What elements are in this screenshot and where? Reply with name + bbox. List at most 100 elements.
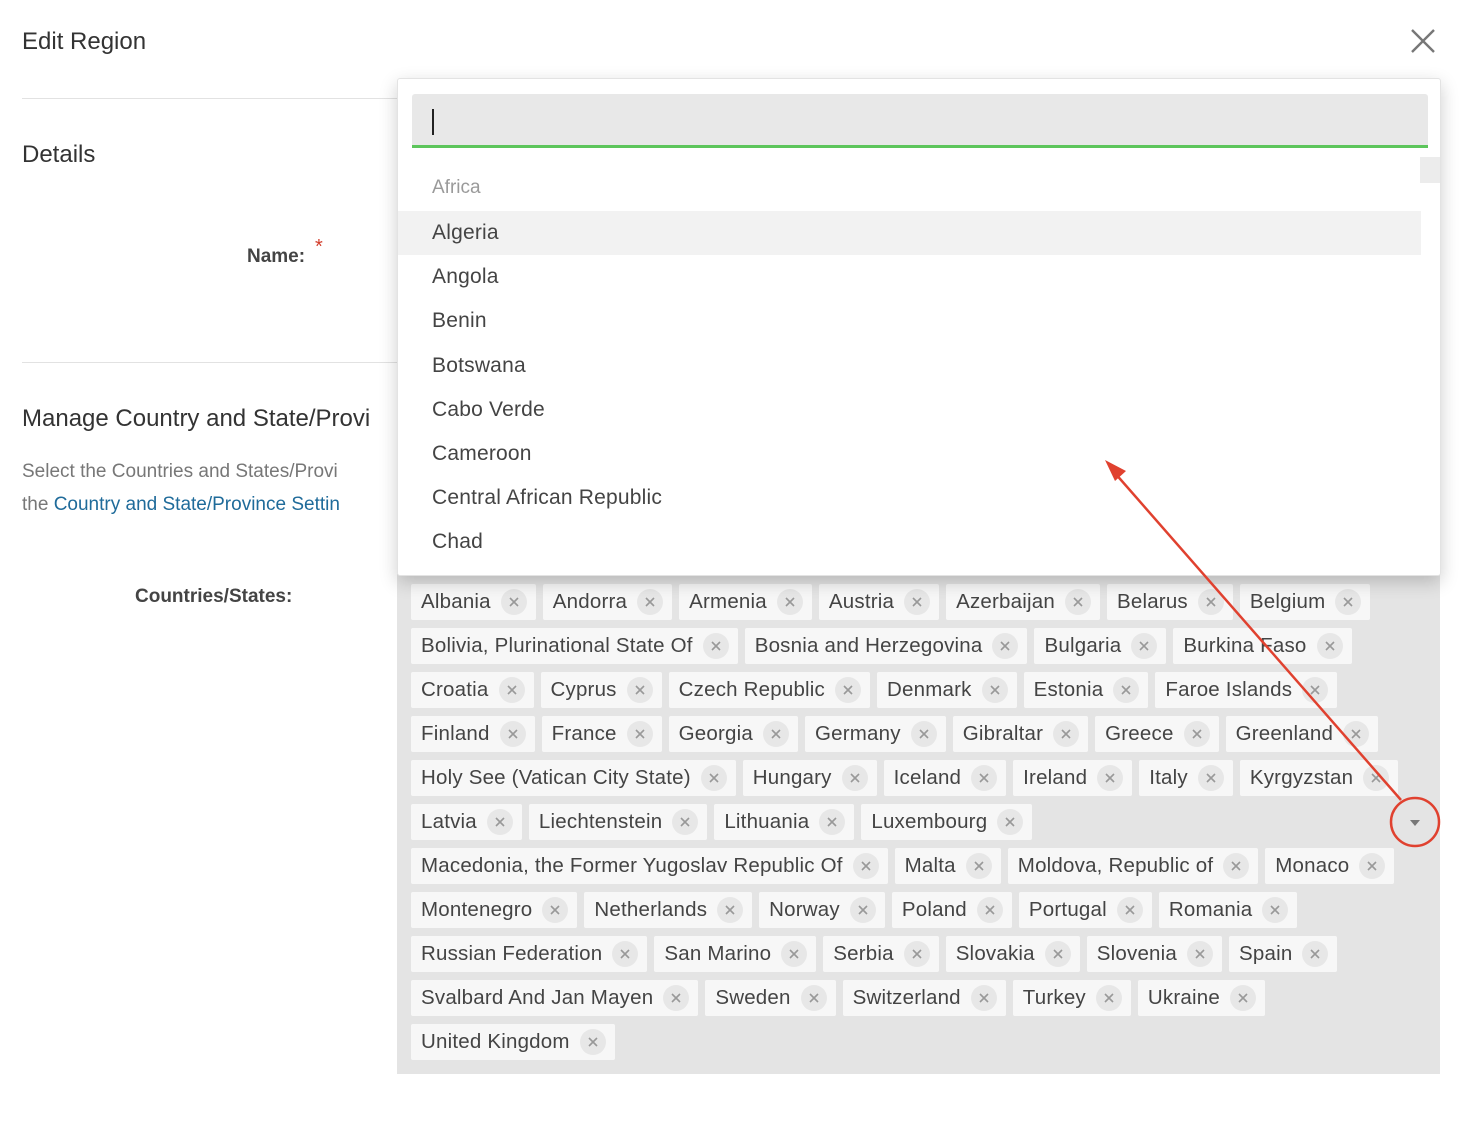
- remove-tag-icon[interactable]: [486, 809, 513, 835]
- remove-tag-icon[interactable]: [1097, 765, 1124, 791]
- country-tag: Slovakia: [945, 936, 1080, 972]
- country-tag: United Kingdom: [411, 1024, 615, 1060]
- remove-tag-icon[interactable]: [499, 721, 526, 747]
- remove-tag-icon[interactable]: [981, 677, 1008, 703]
- remove-tag-icon[interactable]: [819, 809, 846, 835]
- remove-tag-icon[interactable]: [1064, 589, 1091, 615]
- remove-tag-icon[interactable]: [910, 721, 937, 747]
- remove-tag-icon[interactable]: [1197, 589, 1224, 615]
- country-tag-label: Moldova, Republic of: [1017, 854, 1214, 877]
- remove-tag-icon[interactable]: [1053, 721, 1080, 747]
- dropdown-option[interactable]: Cameroon: [398, 432, 1421, 476]
- remove-tag-icon[interactable]: [1044, 941, 1071, 967]
- country-tag-label: Armenia: [689, 590, 767, 613]
- remove-tag-icon[interactable]: [904, 589, 931, 615]
- remove-tag-icon[interactable]: [542, 897, 569, 923]
- country-tag: Italy: [1139, 760, 1233, 796]
- remove-tag-icon[interactable]: [1363, 765, 1390, 791]
- remove-tag-icon[interactable]: [1229, 985, 1256, 1011]
- country-tag: Portugal: [1018, 892, 1152, 928]
- dropdown-option[interactable]: Botswana: [398, 344, 1421, 388]
- country-tag-label: Svalbard And Jan Mayen: [421, 986, 654, 1009]
- dropdown-search-input[interactable]: [412, 94, 1428, 148]
- remove-tag-icon[interactable]: [976, 897, 1003, 923]
- remove-tag-icon[interactable]: [1183, 721, 1210, 747]
- remove-tag-icon[interactable]: [626, 677, 653, 703]
- remove-tag-icon[interactable]: [997, 809, 1024, 835]
- remove-tag-icon[interactable]: [612, 941, 639, 967]
- dropdown-option[interactable]: Angola: [398, 255, 1421, 299]
- remove-tag-icon[interactable]: [1316, 633, 1343, 659]
- remove-tag-icon[interactable]: [702, 633, 729, 659]
- remove-tag-icon[interactable]: [992, 633, 1019, 659]
- countries-states-label: Countries/States:: [135, 586, 293, 607]
- selected-tags-list: Albania Andorra Armenia Austria Azerbaijan Be…: [411, 584, 1401, 1060]
- remove-tag-icon[interactable]: [852, 853, 879, 879]
- dropdown-scrollbar[interactable]: [1420, 157, 1440, 183]
- country-tag-label: Luxembourg: [871, 810, 988, 833]
- country-tag: Greenland: [1225, 716, 1379, 752]
- remove-tag-icon[interactable]: [763, 721, 789, 747]
- remove-tag-icon[interactable]: [1197, 765, 1224, 791]
- country-tag-label: Finland: [421, 722, 490, 745]
- dropdown-option[interactable]: Central African Republic: [398, 476, 1421, 520]
- country-dropdown: Africa Algeria Angola Benin Botswana Cabo Ve…: [397, 78, 1441, 576]
- country-settings-link[interactable]: Country and State/Province Settin: [54, 494, 340, 515]
- country-tag: Serbia: [823, 936, 939, 972]
- remove-tag-icon[interactable]: [500, 589, 527, 615]
- remove-tag-icon[interactable]: [626, 721, 653, 747]
- country-tag-label: Croatia: [421, 678, 489, 701]
- remove-tag-icon[interactable]: [1131, 633, 1158, 659]
- country-tag: Holy See (Vatican City State): [411, 760, 736, 796]
- remove-tag-icon[interactable]: [579, 1029, 606, 1055]
- remove-tag-icon[interactable]: [1359, 853, 1386, 879]
- remove-tag-icon[interactable]: [498, 677, 525, 703]
- remove-tag-icon[interactable]: [1262, 897, 1289, 923]
- remove-tag-icon[interactable]: [781, 941, 808, 967]
- remove-tag-icon[interactable]: [971, 765, 998, 791]
- country-tag-label: Sweden: [715, 986, 791, 1009]
- remove-tag-icon[interactable]: [1302, 941, 1329, 967]
- remove-tag-icon[interactable]: [1335, 589, 1362, 615]
- country-tag-label: San Marino: [664, 942, 772, 965]
- country-tag-label: Andorra: [552, 590, 628, 613]
- country-tag: Armenia: [679, 584, 812, 620]
- remove-tag-icon[interactable]: [1113, 677, 1140, 703]
- remove-tag-icon[interactable]: [1343, 721, 1370, 747]
- remove-tag-icon[interactable]: [903, 941, 930, 967]
- remove-tag-icon[interactable]: [965, 853, 992, 879]
- remove-tag-icon[interactable]: [841, 765, 868, 791]
- country-tag-label: Monaco: [1275, 854, 1350, 877]
- remove-tag-icon[interactable]: [672, 809, 699, 835]
- remove-tag-icon[interactable]: [776, 589, 803, 615]
- dropdown-option[interactable]: Chad: [398, 520, 1421, 564]
- country-tag: Croatia: [411, 672, 534, 708]
- remove-tag-icon[interactable]: [1095, 985, 1122, 1011]
- remove-tag-icon[interactable]: [717, 897, 744, 923]
- country-tag-label: Romania: [1168, 898, 1253, 921]
- details-heading: Details: [22, 141, 96, 168]
- remove-tag-icon[interactable]: [700, 765, 727, 791]
- country-tag: Spain: [1229, 936, 1338, 972]
- remove-tag-icon[interactable]: [1187, 941, 1214, 967]
- country-tag-label: Portugal: [1028, 898, 1107, 921]
- remove-tag-icon[interactable]: [835, 677, 862, 703]
- remove-tag-icon[interactable]: [849, 897, 876, 923]
- remove-tag-icon[interactable]: [800, 985, 827, 1011]
- remove-tag-icon[interactable]: [663, 985, 690, 1011]
- remove-tag-icon[interactable]: [1223, 853, 1250, 879]
- remove-tag-icon[interactable]: [1116, 897, 1143, 923]
- country-tag: Georgia: [668, 716, 798, 752]
- dropdown-caret-icon[interactable]: [1407, 816, 1423, 828]
- close-icon[interactable]: [1408, 26, 1438, 56]
- dropdown-option[interactable]: Benin: [398, 299, 1421, 343]
- country-tag: Faroe Islands: [1155, 672, 1338, 708]
- country-tag-label: Kyrgyzstan: [1249, 766, 1354, 789]
- remove-tag-icon[interactable]: [970, 985, 997, 1011]
- country-tag-label: Montenegro: [421, 898, 533, 921]
- dropdown-option[interactable]: Cabo Verde: [398, 388, 1421, 432]
- country-tag-label: Lithuania: [724, 810, 810, 833]
- dropdown-option[interactable]: Algeria: [398, 211, 1421, 256]
- remove-tag-icon[interactable]: [1302, 677, 1329, 703]
- remove-tag-icon[interactable]: [637, 589, 664, 615]
